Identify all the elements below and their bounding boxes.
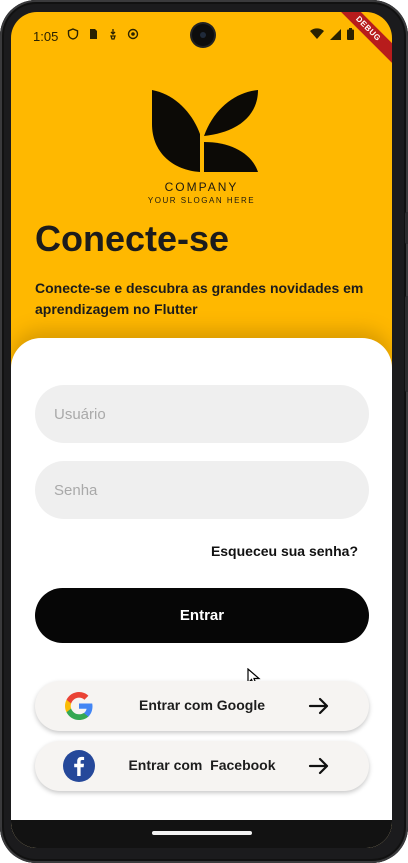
page-subtitle: Conecte-se e descubra as grandes novidad… — [35, 280, 364, 317]
app-screen: 1:05 DEBUG COMPANY YOUR SLOGAN HERE Cone… — [11, 12, 392, 848]
status-time: 1:05 — [33, 29, 59, 44]
facebook-login-button[interactable]: Entrar com Facebook — [35, 741, 369, 791]
login-sheet: Esqueceu sua senha? Entrar Entrar com Go… — [11, 338, 392, 848]
brand-slogan: YOUR SLOGAN HERE — [147, 196, 256, 205]
sync-icon — [127, 28, 139, 40]
signal-icon — [330, 28, 341, 40]
front-camera — [192, 24, 214, 46]
google-login-button[interactable]: Entrar com Google — [35, 681, 369, 731]
company-logo-icon — [152, 90, 258, 172]
arrow-right-icon — [308, 757, 329, 775]
home-gesture-bar[interactable] — [152, 831, 252, 835]
username-input[interactable] — [35, 385, 369, 443]
wifi-icon — [310, 28, 324, 39]
password-input[interactable] — [35, 461, 369, 519]
login-button[interactable]: Entrar — [35, 588, 369, 643]
forgot-password-link[interactable]: Esqueceu sua senha? — [211, 543, 358, 559]
phone-frame: 1:05 DEBUG COMPANY YOUR SLOGAN HERE Cone… — [0, 0, 408, 863]
arrow-right-icon — [308, 697, 329, 715]
brand-name: COMPANY — [164, 180, 239, 194]
page-title: Conecte-se — [35, 218, 230, 259]
sim-card-icon — [90, 29, 97, 39]
system-navigation-bar — [11, 820, 392, 848]
shield-icon — [67, 28, 79, 40]
status-bar: 1:05 DEBUG — [11, 12, 392, 70]
battery-saver-icon — [110, 29, 116, 40]
battery-icon — [347, 28, 354, 40]
debug-banner: DEBUG — [327, 12, 392, 70]
